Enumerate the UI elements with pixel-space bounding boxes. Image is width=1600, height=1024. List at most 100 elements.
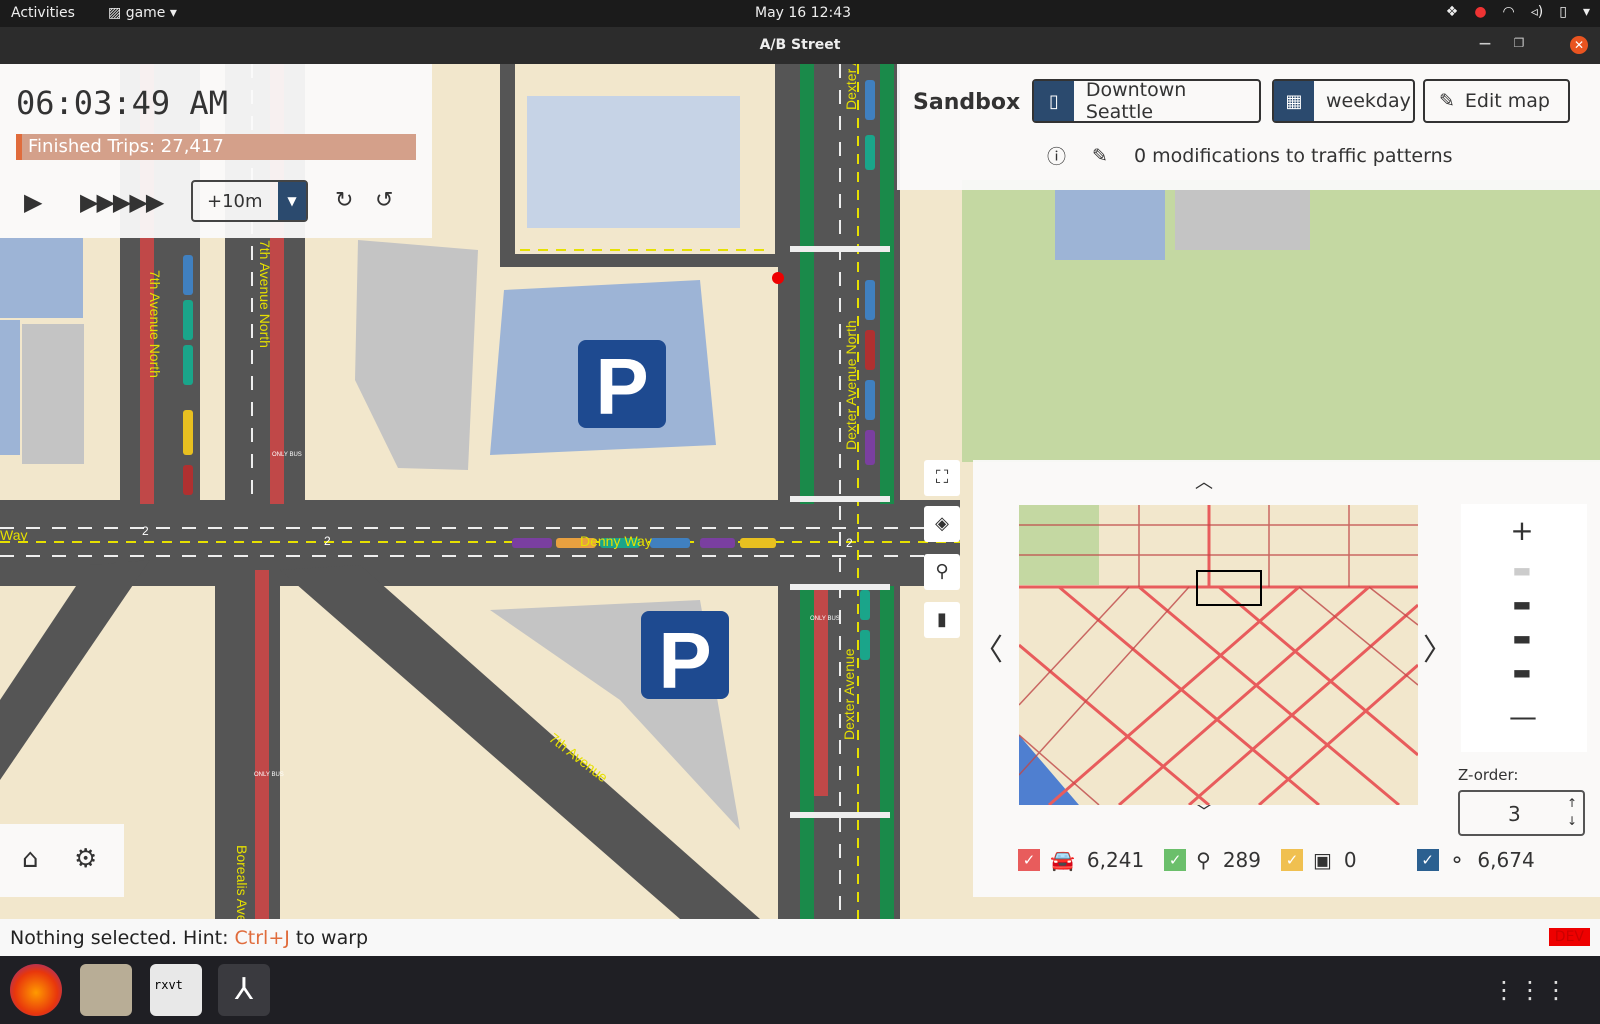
edit-map-label: Edit map	[1464, 90, 1550, 112]
mode-label: Sandbox	[913, 90, 1021, 115]
checkbox[interactable]: ✓	[1416, 849, 1439, 871]
maximize-icon[interactable]: ❐	[1510, 36, 1528, 54]
search-icon[interactable]: ⚲	[924, 554, 960, 590]
street-label: Way	[0, 527, 27, 543]
pan-left-icon[interactable]: 〈	[973, 625, 1003, 669]
bus-lane-marking: ONLY BUS	[254, 772, 284, 778]
calendar-icon: ▦	[1274, 81, 1314, 121]
street-label: Dexter Avenue North	[843, 320, 859, 450]
dropbox-icon[interactable]: ❖	[1446, 4, 1459, 20]
walk-icon: ⚬	[1448, 848, 1466, 872]
app-grid-icon[interactable]: ⋮⋮⋮	[1492, 976, 1570, 1004]
agent-toggle-bike[interactable]: ✓ ⚲ 289	[1164, 848, 1261, 872]
jump-to-time-icon[interactable]: ↻	[335, 188, 353, 213]
agent-toggle-pedestrian[interactable]: ✓ ⚬ 6,674	[1416, 848, 1535, 872]
clock[interactable]: May 16 12:43	[755, 5, 851, 21]
minimap[interactable]	[1019, 505, 1418, 805]
chevron-down-icon[interactable]: ▼	[278, 182, 306, 220]
agent-toggle-bus[interactable]: ✓ ▣ 0	[1281, 848, 1357, 872]
modifications-text: 0 modifications to traffic patterns	[1133, 144, 1453, 167]
sandbox-panel: Sandbox ▯ Downtown Seattle ▦ weekday ✎ E…	[897, 64, 1600, 190]
time-step-value: +10m	[207, 191, 263, 212]
zoom-level-1[interactable]: ▬	[1509, 558, 1535, 582]
edit-map-button[interactable]: ✎ Edit map	[1423, 79, 1570, 123]
alert-marker[interactable]	[772, 272, 784, 284]
system-top-bar: Activities ▨ game ▾ May 16 12:43 ❖ ● ◠ ◃…	[0, 0, 1600, 27]
parking-sign-label: P	[658, 616, 711, 705]
spinner-arrows-icon[interactable]: ↑ ↓	[1567, 794, 1577, 830]
activities-button[interactable]: Activities	[11, 5, 75, 21]
volume-icon[interactable]: ◃)	[1531, 4, 1544, 20]
zorder-spinner[interactable]: 3 ↑ ↓	[1458, 790, 1585, 836]
pencil-icon: ✎	[1439, 90, 1455, 112]
street-label: Dexter A	[843, 64, 859, 110]
abstreet-icon[interactable]: ⅄	[218, 964, 270, 1016]
pan-up-icon[interactable]: ︿	[1195, 468, 1213, 494]
alert-icon[interactable]: ●	[1474, 4, 1486, 20]
app-menu-label: game	[125, 5, 166, 21]
map-icon: ▯	[1034, 81, 1074, 121]
minimize-icon[interactable]: —	[1476, 36, 1494, 54]
time-control-panel: 06:03:49 AM Finished Trips: 27,417 ▶ ▶▶▶…	[0, 64, 432, 238]
zorder-value: 3	[1508, 802, 1521, 826]
bus-icon: ▣	[1313, 848, 1332, 872]
close-icon[interactable]: ✕	[1570, 36, 1588, 54]
terminal-label: rxvt	[154, 978, 183, 992]
layers-icon[interactable]: ◈	[924, 506, 960, 542]
system-tray[interactable]: ❖ ● ◠ ◃) ▯ ▾	[1446, 4, 1590, 20]
bus-lane-marking: ONLY BUS	[272, 452, 302, 458]
app-menu[interactable]: ▨ game ▾	[108, 5, 177, 21]
street-label: Borealis Ave	[234, 845, 250, 919]
checkbox[interactable]: ✓	[1281, 849, 1304, 871]
agent-counters: ✓ 🚘 6,241 ✓ ⚲ 289 ✓ ▣ 0 ✓ ⚬ 6,674	[1018, 848, 1535, 872]
status-bar: Nothing selected. Hint: Ctrl+J to warp D…	[0, 919, 1600, 956]
zoom-in-button[interactable]: +	[1509, 514, 1535, 547]
sim-time: 06:03:49 AM	[16, 84, 228, 122]
lane-count-label: 2	[142, 524, 149, 538]
agent-count: 6,241	[1086, 848, 1145, 872]
zoom-level-4[interactable]: ▬	[1509, 660, 1535, 684]
zoom-level-2[interactable]: ▬	[1509, 592, 1535, 616]
pencil-icon[interactable]: ✎	[1092, 145, 1108, 167]
agent-toggle-car[interactable]: ✓ 🚘 6,241	[1018, 848, 1144, 872]
home-icon[interactable]: ⌂	[22, 844, 39, 874]
fullscreen-icon[interactable]: ⛶	[924, 460, 960, 496]
zoom-level-3[interactable]: ▬	[1509, 626, 1535, 650]
files-icon[interactable]	[80, 964, 132, 1016]
hint-prefix: Nothing selected. Hint:	[10, 927, 235, 949]
map-name: Downtown Seattle	[1085, 79, 1187, 123]
info-icon[interactable]: ⓘ	[1047, 142, 1066, 169]
dev-badge[interactable]: DEV	[1548, 928, 1590, 946]
terminal-icon[interactable]: rxvt	[150, 964, 202, 1016]
reset-icon[interactable]: ↺	[375, 188, 393, 213]
lane-count-label: 2	[324, 534, 331, 548]
map-tools: ⛶ ◈ ⚲ ▮	[920, 460, 964, 646]
time-step-dropdown[interactable]: +10m ▼	[191, 180, 308, 222]
battery-icon[interactable]: ▯	[1559, 4, 1567, 20]
power-menu-icon[interactable]: ▾	[1583, 4, 1590, 20]
zoom-out-button[interactable]: —	[1509, 700, 1537, 733]
finished-trips-bar: Finished Trips: 27,417	[16, 134, 416, 160]
play-button[interactable]: ▶	[24, 188, 42, 216]
agent-count: 0	[1343, 848, 1357, 872]
map-picker-button[interactable]: ▯ Downtown Seattle	[1032, 79, 1261, 123]
street-label: Dexter Avenue	[841, 648, 857, 740]
bike-icon: ⚲	[1196, 848, 1211, 872]
car-icon: 🚘	[1050, 848, 1075, 872]
agent-count: 6,674	[1477, 848, 1535, 872]
chart-icon[interactable]: ▮	[924, 602, 960, 638]
agent-count: 289	[1222, 848, 1262, 872]
zoom-controls: + ▬ ▬ ▬ ▬ —	[1461, 504, 1587, 752]
window-titlebar: A/B Street — ❐ ✕	[0, 27, 1600, 64]
taskbar-dock: rxvt ⅄ ⋮⋮⋮	[0, 956, 1600, 1024]
pan-right-icon[interactable]: 〉	[1423, 625, 1453, 669]
firefox-icon[interactable]	[10, 964, 62, 1016]
gear-icon[interactable]: ⚙	[74, 844, 97, 874]
checkbox[interactable]: ✓	[1164, 849, 1187, 871]
scenario-picker-button[interactable]: ▦ weekday	[1272, 79, 1415, 123]
bus-lane-marking: ONLY BUS	[810, 616, 840, 622]
fast-forward-button[interactable]: ▶▶▶▶▶	[80, 188, 164, 216]
wifi-icon[interactable]: ◠	[1503, 4, 1515, 20]
checkbox[interactable]: ✓	[1018, 849, 1040, 871]
modifications-row: ⓘ ✎ 0 modifications to traffic patterns	[1047, 142, 1453, 169]
